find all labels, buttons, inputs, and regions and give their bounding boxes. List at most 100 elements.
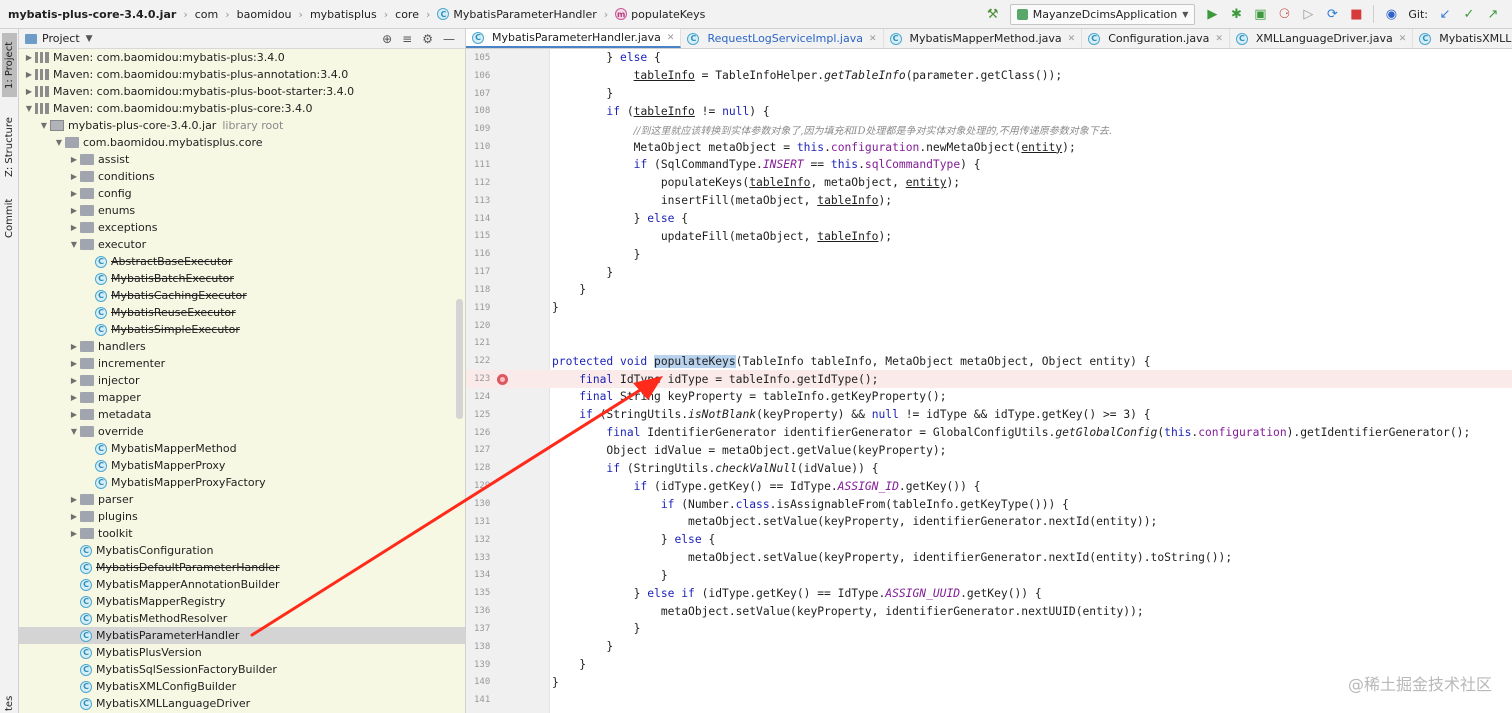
tree-node[interactable]: ▶ assist <box>19 151 465 168</box>
tree-node[interactable]: ▼ com.baomidou.mybatisplus.core <box>19 134 465 151</box>
collapsed-arrow-icon[interactable]: ▶ <box>68 410 80 419</box>
tree-node[interactable]: C MybatisMapperMethod <box>19 440 465 457</box>
tree-node[interactable]: C MybatisBatchExecutor <box>19 270 465 287</box>
expanded-arrow-icon[interactable]: ▼ <box>68 427 80 436</box>
tree-node[interactable]: ▶ metadata <box>19 406 465 423</box>
tree-node[interactable]: ▶ exceptions <box>19 219 465 236</box>
collapsed-arrow-icon[interactable]: ▶ <box>23 53 35 62</box>
collapsed-arrow-icon[interactable]: ▶ <box>68 359 80 368</box>
tree-node[interactable]: C MybatisSqlSessionFactoryBuilder <box>19 661 465 678</box>
gear-icon[interactable]: ⚙ <box>422 32 433 46</box>
hide-icon[interactable]: — <box>443 32 455 46</box>
breadcrumb-item[interactable]: mybatisplus <box>310 8 377 21</box>
tree-node[interactable]: C MybatisXMLConfigBuilder <box>19 678 465 695</box>
editor-tab[interactable]: C XMLLanguageDriver.java ✕ <box>1230 29 1414 48</box>
tree-node[interactable]: C MybatisMapperRegistry <box>19 593 465 610</box>
git-push-icon[interactable]: ↗ <box>1482 3 1504 25</box>
commit-tool-tab[interactable]: Commit <box>2 191 17 245</box>
tree-node[interactable]: ▶ Maven: com.baomidou:mybatis-plus-boot-s… <box>19 83 465 100</box>
collapsed-arrow-icon[interactable]: ▶ <box>68 206 80 215</box>
collapsed-arrow-icon[interactable]: ▶ <box>68 529 80 538</box>
tree-node[interactable]: ▶ handlers <box>19 338 465 355</box>
breadcrumb-item[interactable]: baomidou <box>237 8 292 21</box>
chevron-down-icon[interactable]: ▼ <box>86 34 93 44</box>
code-area[interactable]: 105 } else {106 tableInfo = TableInfoHel… <box>466 49 1512 713</box>
build-hammer-icon[interactable]: ⚒ <box>982 3 1004 25</box>
expanded-arrow-icon[interactable]: ▼ <box>23 104 35 113</box>
collapsed-arrow-icon[interactable]: ▶ <box>68 512 80 521</box>
collapse-all-icon[interactable]: ≡ <box>402 32 412 46</box>
collapsed-arrow-icon[interactable]: ▶ <box>68 155 80 164</box>
close-icon[interactable]: ✕ <box>869 34 877 44</box>
expanded-arrow-icon[interactable]: ▼ <box>53 138 65 147</box>
collapsed-arrow-icon[interactable]: ▶ <box>68 223 80 232</box>
tree-node[interactable]: C MybatisMapperProxy <box>19 457 465 474</box>
tree-node[interactable]: C MybatisPlusVersion <box>19 644 465 661</box>
collapsed-arrow-icon[interactable]: ▶ <box>68 342 80 351</box>
tree-node[interactable]: ▶ incrementer <box>19 355 465 372</box>
tree-node[interactable]: ▼ override <box>19 423 465 440</box>
tree-node[interactable]: C AbstractBaseExecutor <box>19 253 465 270</box>
breadcrumb-item[interactable]: mybatis-plus-core-3.4.0.jar <box>8 8 176 21</box>
close-icon[interactable]: ✕ <box>667 33 675 43</box>
collapsed-arrow-icon[interactable]: ▶ <box>68 172 80 181</box>
collapsed-arrow-icon[interactable]: ▶ <box>23 87 35 96</box>
editor-tab[interactable]: C MybatisParameterHandler.java ✕ <box>466 29 682 48</box>
editor-tab[interactable]: C RequestLogServiceImpl.java ✕ <box>681 29 884 48</box>
breadcrumb-item[interactable]: core <box>395 8 419 21</box>
update-app-icon[interactable]: ⟳ <box>1321 3 1343 25</box>
run-icon[interactable]: ▶ <box>1201 3 1223 25</box>
tree-node[interactable]: C MybatisMapperProxyFactory <box>19 474 465 491</box>
close-icon[interactable]: ✕ <box>1215 34 1223 44</box>
tree-node[interactable]: ▼ mybatis-plus-core-3.4.0.jar library root <box>19 117 465 134</box>
tree-node[interactable]: C MybatisSimpleExecutor <box>19 321 465 338</box>
tree-node[interactable]: C MybatisParameterHandler <box>19 627 465 644</box>
project-tool-tab[interactable]: 1: Project <box>2 33 17 97</box>
tree-node[interactable]: ▶ Maven: com.baomidou:mybatis-plus:3.4.0 <box>19 49 465 66</box>
tree-node[interactable]: ▼ Maven: com.baomidou:mybatis-plus-core:3… <box>19 100 465 117</box>
tree-node[interactable]: ▼ executor <box>19 236 465 253</box>
run-configuration-select[interactable]: MayanzeDcimsApplication ▼ <box>1009 3 1196 25</box>
git-commit-icon[interactable]: ✓ <box>1458 3 1480 25</box>
tree-node[interactable]: C MybatisReuseExecutor <box>19 304 465 321</box>
stop-icon[interactable]: ■ <box>1345 3 1367 25</box>
project-scrollbar[interactable] <box>456 299 463 419</box>
coverage-icon[interactable]: ▣ <box>1249 3 1271 25</box>
tree-node[interactable]: ▶ conditions <box>19 168 465 185</box>
git-update-icon[interactable]: ↙ <box>1434 3 1456 25</box>
project-view-select[interactable]: Project <box>42 32 80 45</box>
collapsed-arrow-icon[interactable]: ▶ <box>68 495 80 504</box>
tree-node[interactable]: ▶ parser <box>19 491 465 508</box>
breadcrumb-item[interactable]: m populateKeys <box>615 8 705 21</box>
tree-node[interactable]: C MybatisConfiguration <box>19 542 465 559</box>
editor-tab[interactable]: CMybatisXMLLanguageDriver.java✕ <box>1413 29 1512 48</box>
tree-node[interactable]: C MybatisMapperAnnotationBuilder <box>19 576 465 593</box>
tree-node[interactable]: C MybatisDefaultParameterHandler <box>19 559 465 576</box>
attach-icon[interactable]: ▷ <box>1297 3 1319 25</box>
collapsed-arrow-icon[interactable]: ▶ <box>68 189 80 198</box>
tree-node[interactable]: ▶ config <box>19 185 465 202</box>
close-icon[interactable]: ✕ <box>1399 34 1407 44</box>
breakpoint-icon[interactable] <box>497 373 508 385</box>
bottom-tool-tab[interactable]: tes <box>2 693 17 713</box>
close-icon[interactable]: ✕ <box>1068 34 1076 44</box>
tree-node[interactable]: ▶ toolkit <box>19 525 465 542</box>
translate-icon[interactable]: ◉ <box>1380 3 1402 25</box>
structure-tool-tab[interactable]: Z: Structure <box>2 107 17 187</box>
tree-node[interactable]: C MybatisXMLLanguageDriver <box>19 695 465 712</box>
tree-node[interactable]: C MybatisMethodResolver <box>19 610 465 627</box>
breadcrumb-item[interactable]: com <box>195 8 219 21</box>
tree-node[interactable]: ▶ plugins <box>19 508 465 525</box>
expanded-arrow-icon[interactable]: ▼ <box>38 121 50 130</box>
tree-node[interactable]: C MybatisCachingExecutor <box>19 287 465 304</box>
editor-tab[interactable]: C MybatisMapperMethod.java ✕ <box>884 29 1083 48</box>
editor-tab[interactable]: C Configuration.java ✕ <box>1082 29 1230 48</box>
collapsed-arrow-icon[interactable]: ▶ <box>23 70 35 79</box>
expanded-arrow-icon[interactable]: ▼ <box>68 240 80 249</box>
tree-node[interactable]: ▶ enums <box>19 202 465 219</box>
profile-icon[interactable]: ⚆ <box>1273 3 1295 25</box>
breadcrumb-item[interactable]: C MybatisParameterHandler <box>437 8 597 21</box>
tree-node[interactable]: ▶ injector <box>19 372 465 389</box>
tree-node[interactable]: ▶ Maven: com.baomidou:mybatis-plus-annota… <box>19 66 465 83</box>
collapsed-arrow-icon[interactable]: ▶ <box>68 376 80 385</box>
